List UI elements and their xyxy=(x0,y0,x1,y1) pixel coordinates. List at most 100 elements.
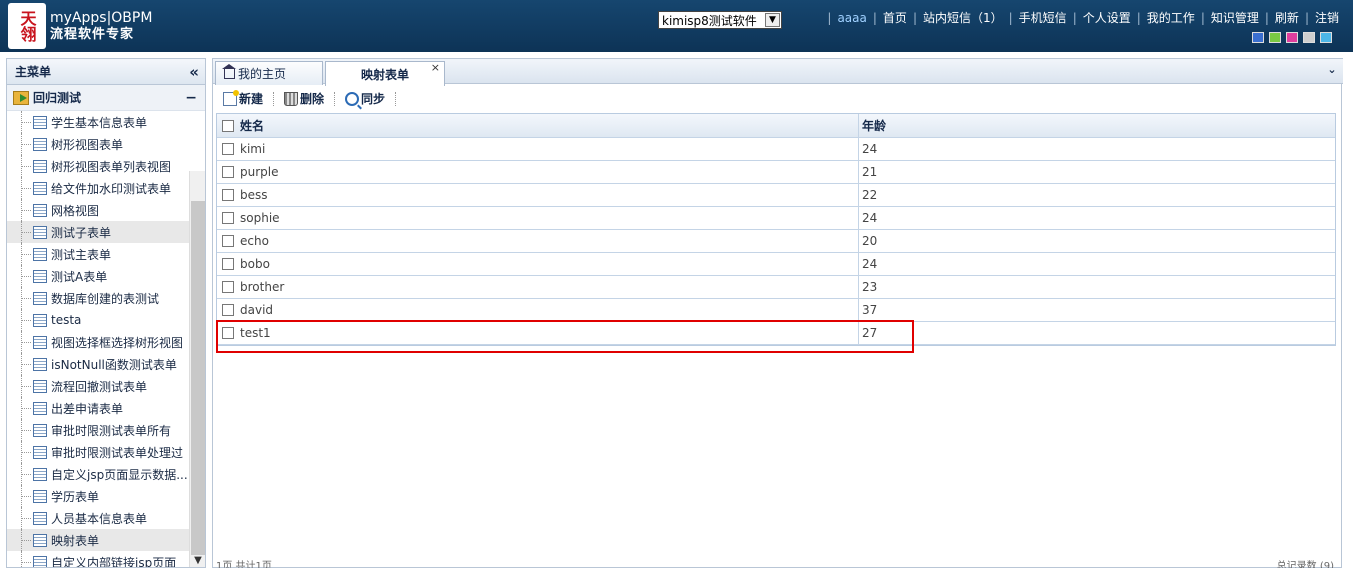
theme-blue-swatch[interactable] xyxy=(1252,32,1264,43)
menu-item[interactable]: 出差申请表单 xyxy=(7,397,205,419)
application-select[interactable]: kimisp8测试软件 ▼ xyxy=(658,11,782,29)
menu-group-regression-test[interactable]: 回归测试 − xyxy=(7,85,205,111)
menu-item[interactable]: isNotNull函数测试表单 xyxy=(7,353,205,375)
menu-item[interactable]: 学生基本信息表单 xyxy=(7,111,205,133)
sidebar-header: 主菜单 « xyxy=(7,59,205,85)
cell-age: 24 xyxy=(862,142,878,156)
row-checkbox[interactable] xyxy=(222,327,234,339)
search-sync-icon xyxy=(345,91,360,106)
pagination-bar: 1页 共计1页 总记录数 (9) xyxy=(212,555,1342,568)
cell-age: 22 xyxy=(862,188,878,202)
menu-item[interactable]: 给文件加水印测试表单 xyxy=(7,177,205,199)
current-user[interactable]: aaaa xyxy=(837,11,866,25)
trash-icon xyxy=(284,91,299,106)
form-icon xyxy=(33,423,47,437)
delete-button[interactable]: 删除 xyxy=(284,90,324,107)
row-checkbox[interactable] xyxy=(222,189,234,201)
total-records: 总记录数 (9) xyxy=(1276,561,1334,568)
form-icon xyxy=(33,159,47,173)
nav-home[interactable]: 首页 xyxy=(883,9,907,26)
sidebar-scrollbar[interactable]: ▼ xyxy=(189,171,205,567)
scrollbar-thumb[interactable] xyxy=(191,201,205,555)
row-checkbox[interactable] xyxy=(222,258,234,270)
menu-item[interactable]: 自定义jsp页面显示数据... xyxy=(7,463,205,485)
table-header-row: 姓名 年龄 xyxy=(217,114,1335,138)
menu-item[interactable]: 人员基本信息表单 xyxy=(7,507,205,529)
cell-age: 21 xyxy=(862,165,878,179)
nav-knowledge[interactable]: 知识管理 xyxy=(1211,9,1259,26)
cell-name[interactable]: bobo xyxy=(239,253,859,275)
form-icon xyxy=(33,137,47,151)
table-row[interactable]: sophie 24 xyxy=(217,207,1335,230)
column-header-name[interactable]: 姓名 xyxy=(239,114,859,137)
row-checkbox[interactable] xyxy=(222,166,234,178)
theme-green-swatch[interactable] xyxy=(1269,32,1281,43)
menu-item[interactable]: 学历表单 xyxy=(7,485,205,507)
menu-item[interactable]: 流程回撤测试表单 xyxy=(7,375,205,397)
menu-item[interactable]: 网格视图 xyxy=(7,199,205,221)
table-row[interactable]: bess 22 xyxy=(217,184,1335,207)
theme-gray-swatch[interactable] xyxy=(1303,32,1315,43)
menu-item[interactable]: 测试子表单 xyxy=(7,221,205,243)
cell-age: 24 xyxy=(862,211,878,225)
form-icon xyxy=(33,225,47,239)
cell-name[interactable]: david xyxy=(239,299,859,321)
cell-name[interactable]: kimi xyxy=(239,138,859,160)
cell-name[interactable]: test1 xyxy=(239,322,859,344)
table-row[interactable]: brother 23 xyxy=(217,276,1335,299)
cell-name[interactable]: sophie xyxy=(239,207,859,229)
menu-item[interactable]: 自定义内部链接jsp页面 xyxy=(7,551,205,567)
table-row[interactable]: purple 21 xyxy=(217,161,1335,184)
nav-messages[interactable]: 站内短信（1） xyxy=(923,9,1003,26)
theme-switcher xyxy=(1252,32,1332,43)
tab-bar: 我的主页 映射表单 × ⌄ xyxy=(213,58,1343,86)
tab-menu-chevron-icon[interactable]: ⌄ xyxy=(1325,64,1339,78)
select-all-checkbox[interactable] xyxy=(222,119,234,132)
theme-cyan-swatch[interactable] xyxy=(1320,32,1332,43)
collapse-sidebar-icon[interactable]: « xyxy=(189,63,199,81)
menu-item[interactable]: 测试A表单 xyxy=(7,265,205,287)
close-tab-icon[interactable]: × xyxy=(431,61,440,74)
new-button[interactable]: 新建 xyxy=(223,89,263,107)
table-row[interactable]: kimi 24 xyxy=(217,138,1335,161)
cell-name[interactable]: echo xyxy=(239,230,859,252)
tab-mapping-form[interactable]: 映射表单 × xyxy=(325,61,445,86)
table-row[interactable]: david 37 xyxy=(217,299,1335,322)
menu-item[interactable]: 测试主表单 xyxy=(7,243,205,265)
menu-item[interactable]: 数据库创建的表测试 xyxy=(7,287,205,309)
nav-refresh[interactable]: 刷新 xyxy=(1275,9,1299,26)
application-select-value: kimisp8测试软件 xyxy=(662,13,757,28)
nav-sms[interactable]: 手机短信 xyxy=(1019,9,1067,26)
menu-item[interactable]: 树形视图表单列表视图 xyxy=(7,155,205,177)
row-checkbox[interactable] xyxy=(222,212,234,224)
form-icon xyxy=(33,357,47,371)
nav-settings[interactable]: 个人设置 xyxy=(1083,9,1131,26)
row-checkbox[interactable] xyxy=(222,281,234,293)
chevron-down-icon[interactable]: ▼ xyxy=(765,13,780,27)
table-row[interactable]: echo 20 xyxy=(217,230,1335,253)
tab-home[interactable]: 我的主页 xyxy=(215,61,323,85)
cell-name[interactable]: bess xyxy=(239,184,859,206)
nav-my-work[interactable]: 我的工作 xyxy=(1147,9,1195,26)
nav-logout[interactable]: 注销 xyxy=(1315,9,1339,26)
column-header-age[interactable]: 年龄 xyxy=(859,114,1335,137)
theme-pink-swatch[interactable] xyxy=(1286,32,1298,43)
cell-name[interactable]: brother xyxy=(239,276,859,298)
menu-item[interactable]: 审批时限测试表单所有 xyxy=(7,419,205,441)
menu-item-mapping-form[interactable]: 映射表单 xyxy=(7,529,205,551)
menu-item[interactable]: testa xyxy=(7,309,205,331)
row-checkbox[interactable] xyxy=(222,143,234,155)
menu-item[interactable]: 树形视图表单 xyxy=(7,133,205,155)
table-row[interactable]: bobo 24 xyxy=(217,253,1335,276)
table-row-test1[interactable]: test1 27 xyxy=(217,322,1335,345)
row-checkbox[interactable] xyxy=(222,235,234,247)
sync-button[interactable]: 同步 xyxy=(345,90,385,107)
collapse-group-icon[interactable]: − xyxy=(185,90,197,106)
menu-item[interactable]: 视图选择框选择树形视图 xyxy=(7,331,205,353)
form-icon xyxy=(33,203,47,217)
scroll-down-icon[interactable]: ▼ xyxy=(190,555,205,567)
menu-item[interactable]: 审批时限测试表单处理过 xyxy=(7,441,205,463)
row-checkbox[interactable] xyxy=(222,304,234,316)
cell-name[interactable]: purple xyxy=(239,161,859,183)
main-panel: 我的主页 映射表单 × ⌄ 新建 删除 同步 姓名 年龄 kimi 24 pur… xyxy=(212,58,1343,568)
